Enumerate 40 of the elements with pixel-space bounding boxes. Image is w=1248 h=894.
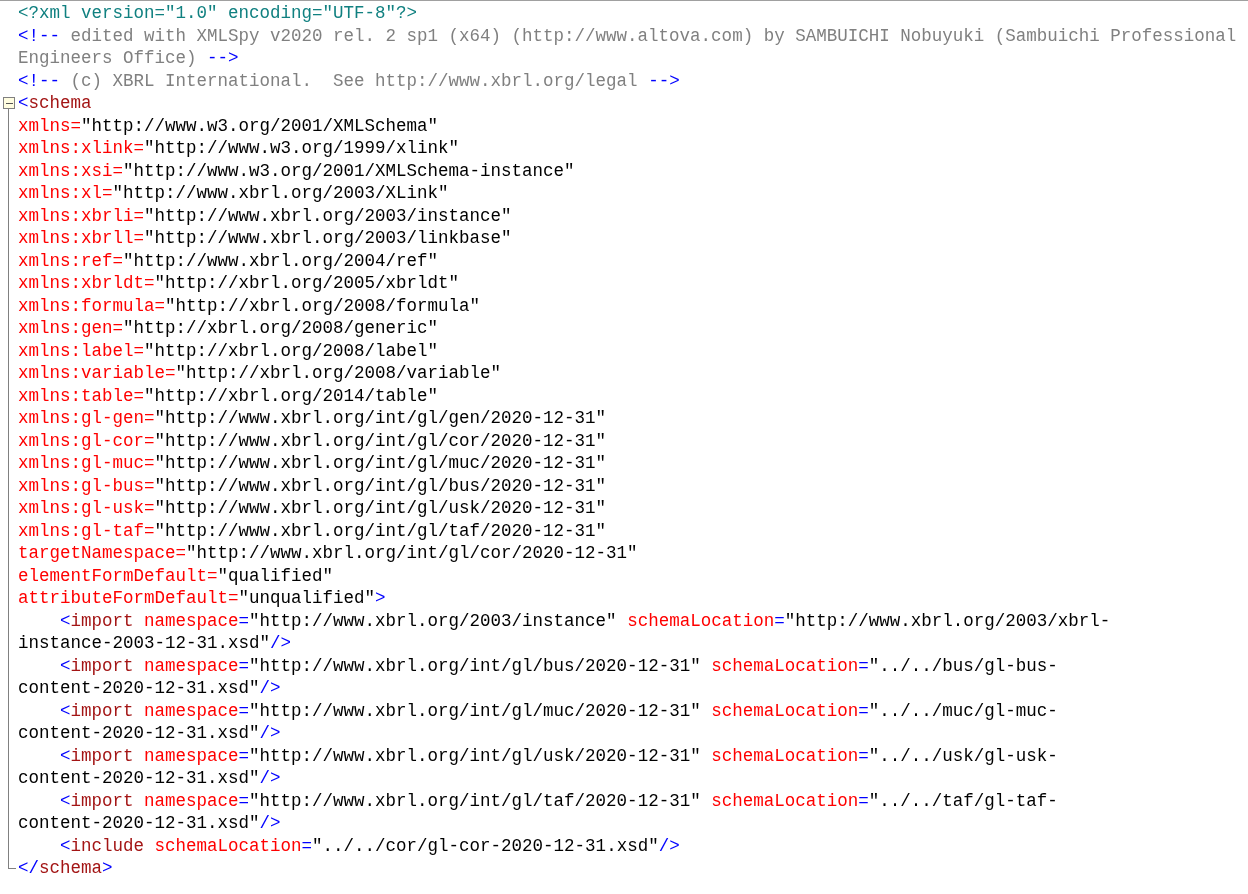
code-line: <!-- edited with XMLSpy v2020 rel. 2 sp1 (x64) (http://www.altova.com) by SAMBUICHI Nobuyuki (Sambuichi Professional — [18, 24, 1237, 47]
code-line: <import namespace="http://www.xbrl.org/int/gl/bus/2020-12-31" schemaLocation="../../bus/gl-bus- — [59, 654, 1058, 677]
code-line: xmlns:variable="http://xbrl.org/2008/variable" — [18, 362, 502, 385]
code-line: content-2020-12-31.xsd"/> — [18, 812, 281, 835]
code-line: xmlns:xlink="http://www.w3.org/1999/xlink" — [18, 137, 460, 160]
code-line: xmlns:label="http://xbrl.org/2008/label" — [18, 339, 439, 362]
code-line: xmlns:xbrll="http://www.xbrl.org/2003/linkbase" — [18, 227, 512, 250]
code-line: <import namespace="http://www.xbrl.org/int/gl/usk/2020-12-31" schemaLocation="../../usk/gl-usk- — [59, 744, 1058, 767]
code-line: xmlns:xsi="http://www.w3.org/2001/XMLSchema-instance" — [18, 159, 575, 182]
code-line: </schema> — [18, 857, 113, 880]
code-line: <import namespace="http://www.xbrl.org/int/gl/taf/2020-12-31" schemaLocation="../../taf/gl-taf- — [59, 789, 1058, 812]
code-line: xmlns:gl-bus="http://www.xbrl.org/int/gl/bus/2020-12-31" — [18, 474, 607, 497]
code-line: xmlns:table="http://xbrl.org/2014/table" — [18, 384, 439, 407]
code-line: attributeFormDefault="unqualified"> — [18, 587, 386, 610]
code-line: xmlns:gl-gen="http://www.xbrl.org/int/gl/gen/2020-12-31" — [18, 407, 607, 430]
code-line: xmlns:formula="http://xbrl.org/2008/formula" — [18, 294, 481, 317]
collapse-icon[interactable] — [3, 97, 15, 109]
code-line: instance-2003-12-31.xsd"/> — [18, 632, 292, 655]
code-line: targetNamespace="http://www.xbrl.org/int/gl/cor/2020-12-31" — [18, 542, 638, 565]
code-line: <include schemaLocation="../../cor/gl-cor-2020-12-31.xsd"/> — [59, 834, 680, 857]
code-line: xmlns:xl="http://www.xbrl.org/2003/XLink" — [18, 182, 449, 205]
code-line: content-2020-12-31.xsd"/> — [18, 767, 281, 790]
code-line: xmlns:gl-usk="http://www.xbrl.org/int/gl/usk/2020-12-31" — [18, 497, 607, 520]
code-line: xmlns:gl-taf="http://www.xbrl.org/int/gl/taf/2020-12-31" — [18, 519, 607, 542]
code-line: <!-- (c) XBRL International. See http://www.xbrl.org/legal --> — [18, 69, 680, 92]
code-line: xmlns="http://www.w3.org/2001/XMLSchema" — [18, 114, 439, 137]
code-line: content-2020-12-31.xsd"/> — [18, 722, 281, 745]
code-line: xmlns:gl-muc="http://www.xbrl.org/int/gl/muc/2020-12-31" — [18, 452, 607, 475]
code-line: xmlns:gen="http://xbrl.org/2008/generic" — [18, 317, 439, 340]
code-line: content-2020-12-31.xsd"/> — [18, 677, 281, 700]
code-line: elementFormDefault="qualified" — [18, 564, 334, 587]
code-line: Engineers Office) --> — [18, 47, 239, 70]
code-line: xmlns:xbrli="http://www.xbrl.org/2003/instance" — [18, 204, 512, 227]
code-line: xmlns:gl-cor="http://www.xbrl.org/int/gl/cor/2020-12-31" — [18, 429, 607, 452]
code-line: xmlns:ref="http://www.xbrl.org/2004/ref" — [18, 249, 439, 272]
code-line: <import namespace="http://www.xbrl.org/int/gl/muc/2020-12-31" schemaLocation="../../muc/gl-muc- — [59, 699, 1058, 722]
code-line: <schema — [18, 92, 92, 115]
code-line: xmlns:xbrldt="http://xbrl.org/2005/xbrldt" — [18, 272, 460, 295]
code-line: <?xml version="1.0" encoding="UTF-8"?> — [18, 2, 418, 25]
code-line: <import namespace="http://www.xbrl.org/2003/instance" schemaLocation="http://www.xbrl.org/2003/xbrl- — [59, 609, 1111, 632]
